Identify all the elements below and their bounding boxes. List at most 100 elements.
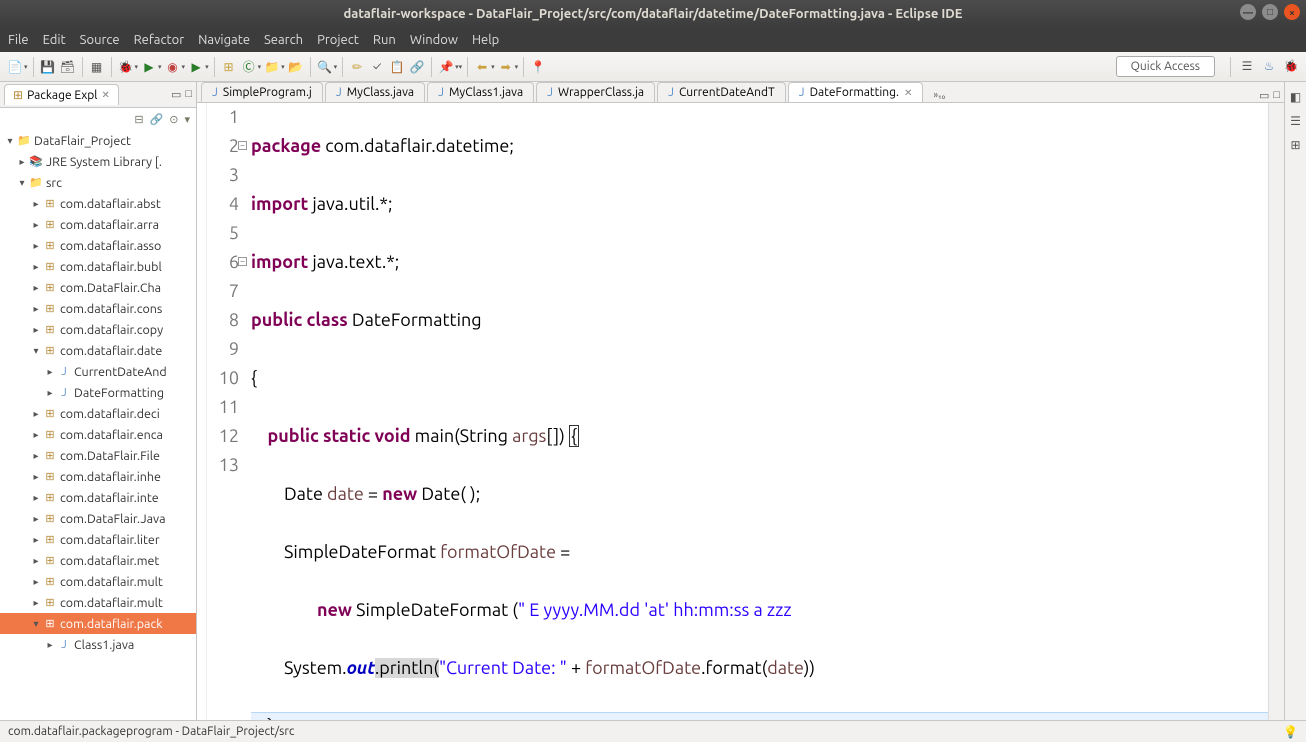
package-node[interactable]: ▸⊞com.DataFlair.File: [0, 445, 196, 466]
package-node[interactable]: ▸⊞com.dataflair.met: [0, 550, 196, 571]
project-node[interactable]: ▾📁DataFlair_Project: [0, 130, 196, 151]
new-folder-icon[interactable]: 📁: [263, 58, 281, 76]
package-node[interactable]: ▸⊞com.dataflair.copy: [0, 319, 196, 340]
quick-access-input[interactable]: Quick Access: [1116, 56, 1215, 77]
package-node[interactable]: ▸⊞com.dataflair.abst: [0, 193, 196, 214]
new-class-icon[interactable]: Ⓒ: [240, 58, 258, 76]
package-node[interactable]: ▸⊞com.dataflair.liter: [0, 529, 196, 550]
run-icon[interactable]: ▶: [140, 58, 158, 76]
menu-project[interactable]: Project: [317, 33, 359, 47]
menu-refactor[interactable]: Refactor: [134, 33, 185, 47]
line-number-ruler[interactable]: 12–3456–78910111213: [207, 103, 245, 720]
editor-tab[interactable]: JSimpleProgram.j: [201, 82, 323, 102]
outline-icon[interactable]: ⊞: [1290, 138, 1300, 152]
package-node[interactable]: ▸⊞com.dataflair.deci: [0, 403, 196, 424]
src-node[interactable]: ▾📁src: [0, 172, 196, 193]
dropdown-icon[interactable]: ▾: [459, 63, 463, 71]
jre-node[interactable]: ▸📚JRE System Library [.: [0, 151, 196, 172]
coverage-icon[interactable]: ◉: [164, 58, 182, 76]
package-node[interactable]: ▸⊞com.DataFlair.Java: [0, 508, 196, 529]
dropdown-icon[interactable]: ▾: [515, 63, 519, 71]
link-icon[interactable]: 🔗: [408, 58, 426, 76]
package-node-open[interactable]: ▾⊞com.dataflair.date: [0, 340, 196, 361]
dropdown-icon[interactable]: ▾: [135, 63, 139, 71]
tip-icon[interactable]: 💡: [1283, 725, 1298, 739]
dropdown-icon[interactable]: ▾: [491, 63, 495, 71]
package-node[interactable]: ▸⊞com.dataflair.mult: [0, 571, 196, 592]
marker-bar[interactable]: [197, 103, 207, 720]
save-icon[interactable]: 💾: [39, 58, 57, 76]
editor-tab[interactable]: JMyClass.java: [325, 82, 425, 102]
dropdown-icon[interactable]: ▾: [205, 63, 209, 71]
maximize-view-icon[interactable]: □: [1273, 89, 1280, 102]
editor-tab[interactable]: JCurrentDateAndT: [657, 82, 786, 102]
focus-icon[interactable]: ⊙: [169, 113, 178, 126]
maximize-button[interactable]: □: [1262, 4, 1278, 20]
dropdown-icon[interactable]: ▾: [258, 63, 262, 71]
clipboard-icon[interactable]: 📋: [388, 58, 406, 76]
java-perspective-icon[interactable]: ♨: [1260, 57, 1278, 75]
close-icon[interactable]: ✕: [904, 87, 912, 99]
package-node[interactable]: ▸⊞com.dataflair.bubl: [0, 256, 196, 277]
menu-run[interactable]: Run: [373, 33, 396, 47]
java-file-node[interactable]: ▸JCurrentDateAnd: [0, 361, 196, 382]
pin-icon[interactable]: 📌: [437, 58, 455, 76]
debug-icon[interactable]: 🐞: [117, 58, 135, 76]
view-menu-icon[interactable]: ▾: [184, 113, 190, 126]
menu-source[interactable]: Source: [80, 33, 120, 47]
search-icon[interactable]: 🔍: [316, 58, 334, 76]
code-editor[interactable]: 12–3456–78910111213 package com.dataflai…: [197, 103, 1284, 720]
package-node[interactable]: ▸⊞com.dataflair.inhe: [0, 466, 196, 487]
package-node[interactable]: ▸⊞com.dataflair.arra: [0, 214, 196, 235]
new-package-icon[interactable]: ⊞: [220, 58, 238, 76]
run-last-icon[interactable]: ▶: [187, 58, 205, 76]
save-all-icon[interactable]: 🗃: [59, 58, 77, 76]
menu-help[interactable]: Help: [472, 33, 499, 47]
package-node[interactable]: ▸⊞com.dataflair.inte: [0, 487, 196, 508]
close-button[interactable]: ×: [1284, 4, 1300, 20]
package-tree[interactable]: ▾📁DataFlair_Project ▸📚JRE System Library…: [0, 130, 196, 720]
pin-editor-icon[interactable]: 📍: [529, 58, 547, 76]
dropdown-icon[interactable]: ▾: [281, 63, 285, 71]
dropdown-icon[interactable]: ▾: [158, 63, 162, 71]
editor-tab[interactable]: JMyClass1.java: [427, 82, 534, 102]
menu-window[interactable]: Window: [410, 33, 458, 47]
package-node[interactable]: ▸⊞com.dataflair.asso: [0, 235, 196, 256]
restore-icon[interactable]: ◧: [1290, 90, 1301, 104]
minimize-view-icon[interactable]: ▭: [171, 88, 181, 101]
menu-navigate[interactable]: Navigate: [198, 33, 250, 47]
package-node[interactable]: ▸⊞com.dataflair.mult: [0, 592, 196, 613]
collapse-all-icon[interactable]: ⊟: [134, 113, 143, 126]
minimize-button[interactable]: —: [1240, 4, 1256, 20]
editor-tab-active[interactable]: JDateFormatting.✕: [788, 82, 924, 102]
minimize-view-icon[interactable]: ▭: [1259, 89, 1269, 102]
maximize-view-icon[interactable]: □: [185, 88, 192, 101]
package-node[interactable]: ▸⊞com.dataflair.cons: [0, 298, 196, 319]
java-file-node[interactable]: ▸JClass1.java: [0, 634, 196, 655]
dropdown-icon[interactable]: ▾: [24, 63, 28, 71]
toggle-icon[interactable]: ▦: [88, 58, 106, 76]
package-node[interactable]: ▸⊞com.DataFlair.Cha: [0, 277, 196, 298]
java-file-node[interactable]: ▸JDateFormatting: [0, 382, 196, 403]
open-type-icon[interactable]: 📂: [287, 58, 305, 76]
open-perspective-icon[interactable]: ☰: [1238, 57, 1256, 75]
menu-search[interactable]: Search: [264, 33, 303, 47]
debug-perspective-icon[interactable]: 🐞: [1282, 57, 1300, 75]
close-icon[interactable]: ✕: [101, 89, 109, 101]
task-list-icon[interactable]: ☰: [1290, 114, 1301, 128]
overview-ruler[interactable]: [1268, 103, 1284, 720]
new-icon[interactable]: 📄: [6, 58, 24, 76]
dropdown-icon[interactable]: ▾: [182, 63, 186, 71]
link-editor-icon[interactable]: 🔗: [150, 113, 164, 126]
menu-file[interactable]: File: [8, 33, 29, 47]
forward-icon[interactable]: ➡: [497, 58, 515, 76]
package-node-selected[interactable]: ▾⊞com.dataflair.pack: [0, 613, 196, 634]
back-icon[interactable]: ⬅: [473, 58, 491, 76]
code-body[interactable]: package com.dataflair.datetime; import j…: [245, 103, 1268, 720]
editor-tab[interactable]: JWrapperClass.ja: [536, 82, 655, 102]
menu-edit[interactable]: Edit: [43, 33, 66, 47]
dropdown-icon[interactable]: ▾: [334, 63, 338, 71]
tab-overflow[interactable]: »₁₀: [929, 87, 949, 102]
package-explorer-tab[interactable]: ⊞ Package Expl ✕: [4, 84, 119, 105]
task-icon[interactable]: ✓: [368, 58, 386, 76]
